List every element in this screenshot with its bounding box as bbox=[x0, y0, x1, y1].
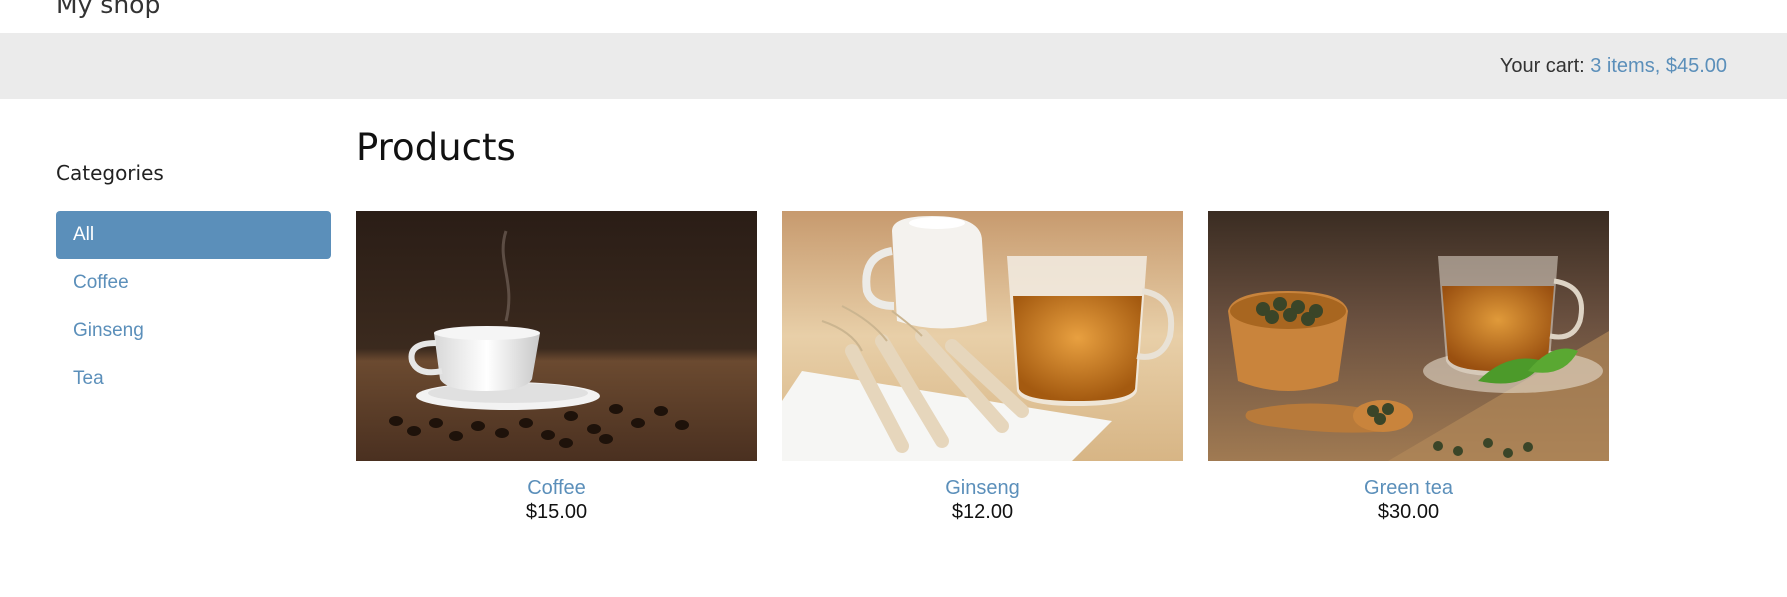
category-item-all[interactable]: All bbox=[56, 211, 331, 259]
category-item-tea[interactable]: Tea bbox=[56, 355, 331, 403]
category-item-coffee[interactable]: Coffee bbox=[56, 259, 331, 307]
category-item-ginseng[interactable]: Ginseng bbox=[56, 307, 331, 355]
cart-summary: Your cart: 3 items, $45.00 bbox=[1500, 55, 1727, 78]
categories-heading: Categories bbox=[56, 161, 164, 185]
product-name-link[interactable]: Coffee bbox=[356, 476, 757, 500]
product-price: $12.00 bbox=[951, 501, 1014, 523]
product-card: Ginseng $12.00 bbox=[782, 211, 1183, 524]
product-name-link[interactable]: Ginseng bbox=[782, 476, 1183, 500]
coffee-product-image[interactable] bbox=[356, 211, 757, 461]
ginseng-product-image[interactable] bbox=[782, 211, 1183, 461]
categories-sidebar: Categories All Coffee Ginseng Tea bbox=[56, 159, 331, 403]
cart-bar: Your cart: 3 items, $45.00 bbox=[0, 33, 1787, 99]
product-grid: Coffee $15.00 Ginseng $12.00 Green tea $… bbox=[356, 211, 1609, 524]
page-title: Products bbox=[356, 126, 516, 169]
product-card: Green tea $30.00 bbox=[1208, 211, 1609, 524]
product-name-link[interactable]: Green tea bbox=[1208, 476, 1609, 500]
shop-title[interactable]: My shop bbox=[56, 0, 160, 22]
product-card: Coffee $15.00 bbox=[356, 211, 757, 524]
cart-link[interactable]: 3 items, $45.00 bbox=[1590, 55, 1727, 77]
cart-label: Your cart: bbox=[1499, 55, 1585, 77]
product-price: $15.00 bbox=[525, 501, 588, 523]
product-price: $30.00 bbox=[1377, 501, 1440, 523]
green-tea-product-image[interactable] bbox=[1208, 211, 1609, 461]
